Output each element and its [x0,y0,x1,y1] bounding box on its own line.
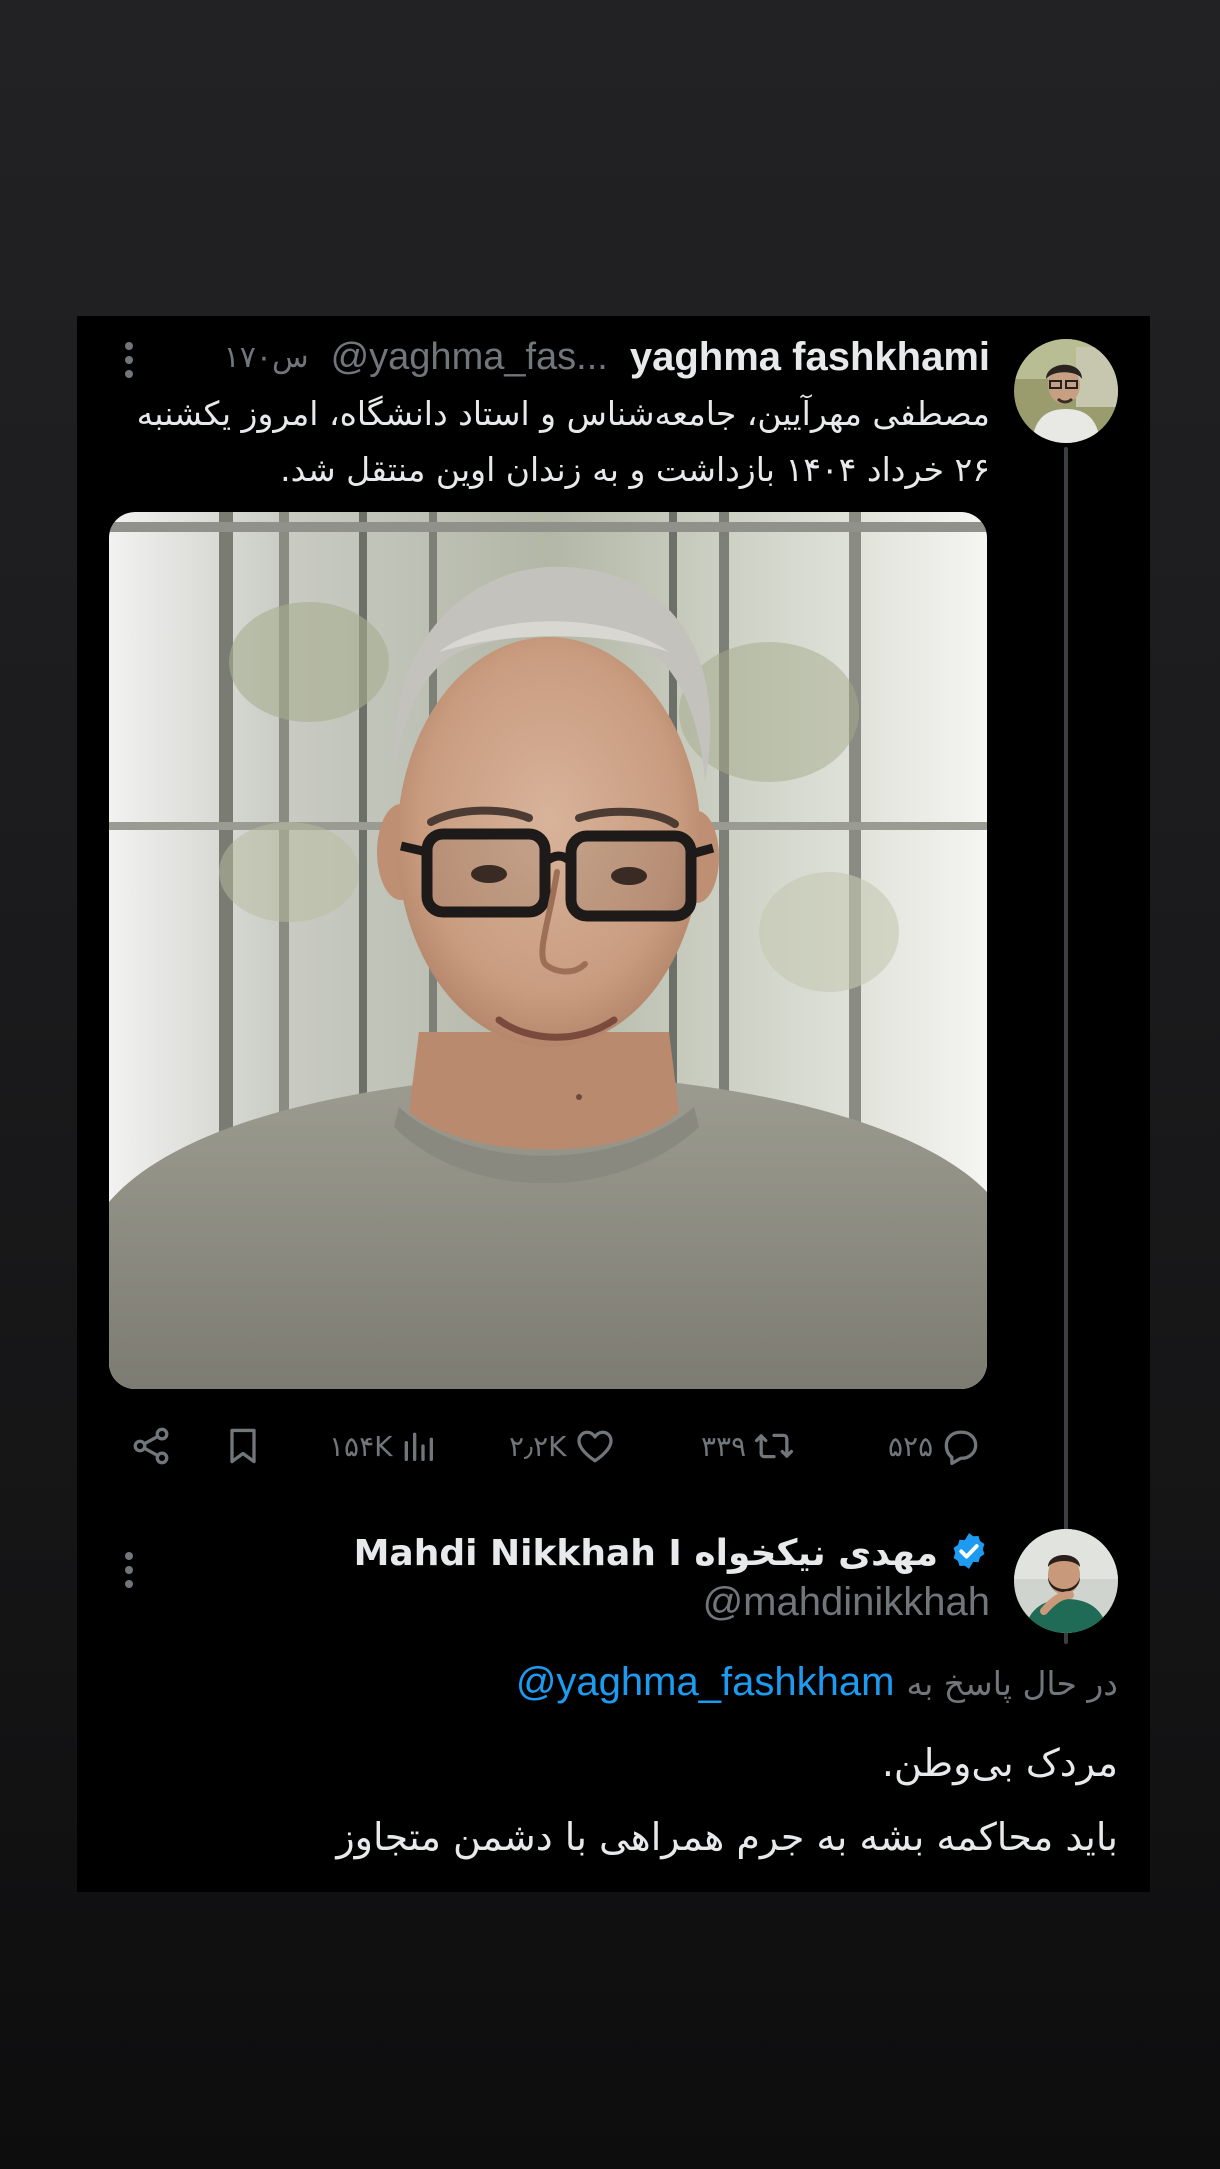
replying-to-handle-link[interactable]: @yaghma_fashkham [516,1660,895,1705]
verified-badge-icon [948,1530,990,1576]
retweet-icon [752,1424,796,1468]
original-tweet-header: yaghma fashkhami @yaghma_fas... ۱۷۰س [224,332,990,382]
heart-icon [573,1424,617,1468]
bookmark-icon [221,1423,265,1469]
like-count: ۲٫۲K [509,1429,567,1463]
tweet-thread-card: yaghma fashkhami @yaghma_fas... ۱۷۰س مصط… [77,316,1150,1892]
more-options-icon[interactable] [109,338,149,382]
like-action[interactable]: ۲٫۲K [509,1421,617,1471]
reply-text-line: مردک بی‌وطن. [881,1741,1118,1785]
avatar-yaghma[interactable] [1014,339,1118,443]
reply-action[interactable]: ۵۲۵ [888,1421,983,1471]
more-options-icon[interactable] [109,1548,149,1592]
reply-tweet-header: Mahdi Nikkhah I مهدی نیکخواه [354,1524,990,1582]
views-count: ۱۵۴K [329,1429,393,1463]
avatar-mahdi[interactable] [1014,1529,1118,1633]
share-icon [129,1424,173,1468]
author-name[interactable]: yaghma fashkhami [630,335,990,380]
replying-to-label: در حال پاسخ به [906,1664,1118,1703]
thread-connector-line [1064,447,1068,1644]
reply-icon [939,1424,983,1468]
tweet-timestamp[interactable]: ۱۷۰س [224,340,309,375]
author-handle[interactable]: @yaghma_fas... [331,336,608,379]
replying-to-line: در حال پاسخ به @yaghma_fashkham [516,1660,1118,1705]
bookmark-action[interactable] [221,1421,265,1471]
share-action[interactable] [129,1421,173,1471]
retweet-count: ۳۳۹ [701,1429,747,1463]
views-action[interactable]: ۱۵۴K [329,1421,438,1471]
tweet-photo[interactable] [109,512,987,1389]
reply-author-name[interactable]: Mahdi Nikkhah I مهدی نیکخواه [354,1533,938,1574]
original-tweet-text: مصطفی مهرآیین، جامعه‌شناس و استاد دانشگا… [136,394,990,489]
reply-tweet-text: مردک بی‌وطن. باید محاکمه بشه به جرم همرا… [118,1726,1118,1874]
reply-text-line: باید محاکمه بشه به جرم همراهی با دشمن مت… [336,1815,1118,1859]
retweet-action[interactable]: ۳۳۹ [701,1421,796,1471]
reply-count: ۵۲۵ [888,1429,934,1463]
views-bar-chart-icon [398,1424,438,1468]
reply-author-handle[interactable]: @mahdinikkhah [703,1580,990,1625]
